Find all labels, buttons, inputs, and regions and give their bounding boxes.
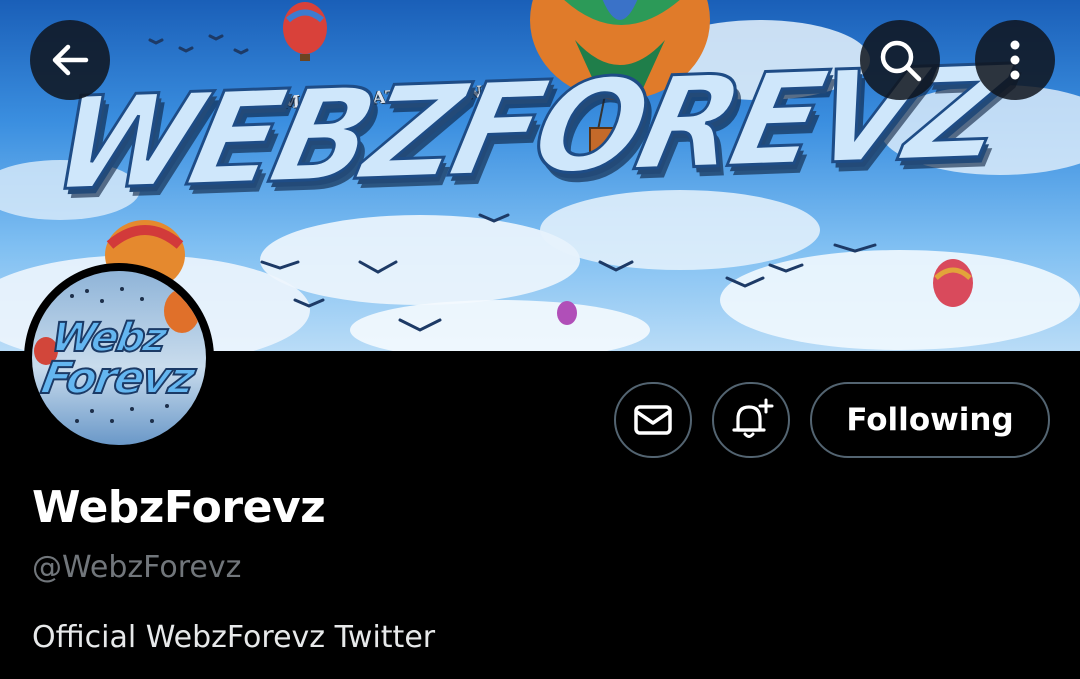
avatar-text-line2: Forevz — [37, 352, 199, 405]
profile-bio: Official WebzForevz Twitter — [32, 620, 436, 655]
profile-avatar[interactable]: Webz Forevz — [24, 263, 214, 453]
avatar-image: Webz Forevz — [32, 271, 206, 445]
more-vertical-icon — [1010, 40, 1020, 80]
back-button[interactable] — [30, 20, 110, 100]
message-button[interactable] — [614, 382, 692, 458]
notifications-button[interactable] — [712, 382, 790, 458]
balloon-top-left — [283, 2, 327, 61]
balloon-right — [933, 259, 973, 307]
back-arrow-icon — [52, 44, 89, 76]
profile-display-name: WebzForevz — [32, 482, 326, 533]
following-button[interactable]: Following — [810, 382, 1050, 458]
mail-icon — [634, 405, 672, 435]
balloon-small — [557, 301, 577, 325]
search-button[interactable] — [860, 20, 940, 100]
more-options-button[interactable] — [975, 20, 1055, 100]
search-icon — [880, 40, 922, 82]
bell-plus-icon — [732, 398, 774, 438]
profile-handle: @WebzForevz — [32, 550, 242, 585]
